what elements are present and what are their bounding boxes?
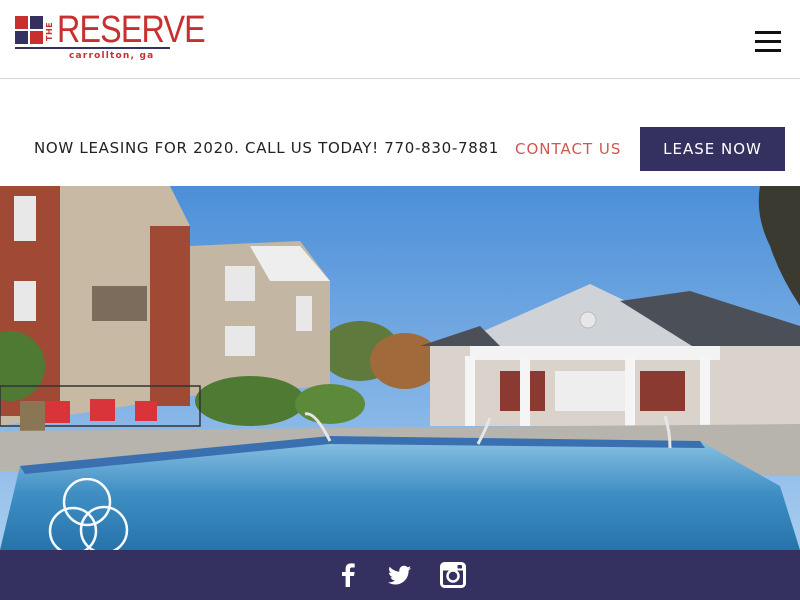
twitter-icon[interactable] xyxy=(387,562,413,588)
lease-now-button[interactable]: LEASE NOW xyxy=(640,127,785,171)
logo-word: RESERVE xyxy=(57,9,206,51)
logo-city: carrollton, ga xyxy=(69,51,155,61)
social-bar xyxy=(0,550,800,600)
site-logo[interactable]: THE RESERVE carrollton, ga xyxy=(15,10,206,66)
logo-divider xyxy=(15,47,170,49)
leasing-announcement: NOW LEASING FOR 2020. CALL US TODAY! 770… xyxy=(34,139,499,157)
site-header: THE RESERVE carrollton, ga xyxy=(0,0,800,79)
logo-prefix: THE xyxy=(45,21,54,41)
contact-us-link[interactable]: CONTACT US xyxy=(515,140,621,158)
logo-grid-icon xyxy=(15,16,43,44)
facebook-icon[interactable] xyxy=(335,562,361,588)
hamburger-menu-icon[interactable] xyxy=(755,31,781,53)
instagram-icon[interactable] xyxy=(440,562,466,588)
interlocking-circles-icon xyxy=(48,478,129,556)
